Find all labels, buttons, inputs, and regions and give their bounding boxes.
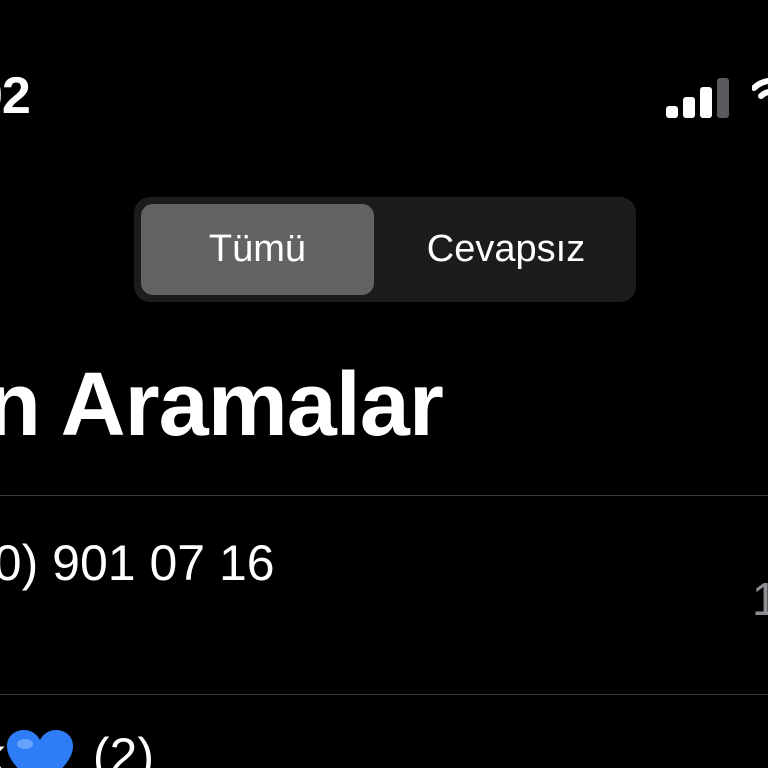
page-title: n Aramalar	[0, 355, 444, 455]
call-row-time: 1	[752, 573, 768, 625]
call-row-name: 50) 901 07 16	[0, 535, 275, 591]
calls-filter-segmented-control: Tümü Cevapsız	[134, 197, 636, 302]
cellular-signal-icon	[666, 76, 734, 118]
signal-bar-4	[717, 78, 729, 118]
status-bar-time: 02	[0, 67, 31, 125]
signal-bar-3	[700, 87, 712, 118]
signal-bar-2	[683, 97, 695, 118]
segment-missed[interactable]: Cevapsız	[382, 204, 630, 295]
call-row-name-count: (2)	[79, 728, 154, 768]
signal-bar-1	[666, 106, 678, 118]
call-row-name: k (2)	[0, 727, 154, 768]
segment-all[interactable]: Tümü	[141, 204, 374, 295]
blue-heart-icon	[7, 729, 73, 768]
call-row[interactable]: k (2)	[0, 695, 768, 768]
call-row-name-prefix: k	[0, 728, 5, 768]
call-row[interactable]: 50) 901 07 16 e 1	[0, 496, 768, 694]
wifi-icon	[752, 78, 768, 99]
